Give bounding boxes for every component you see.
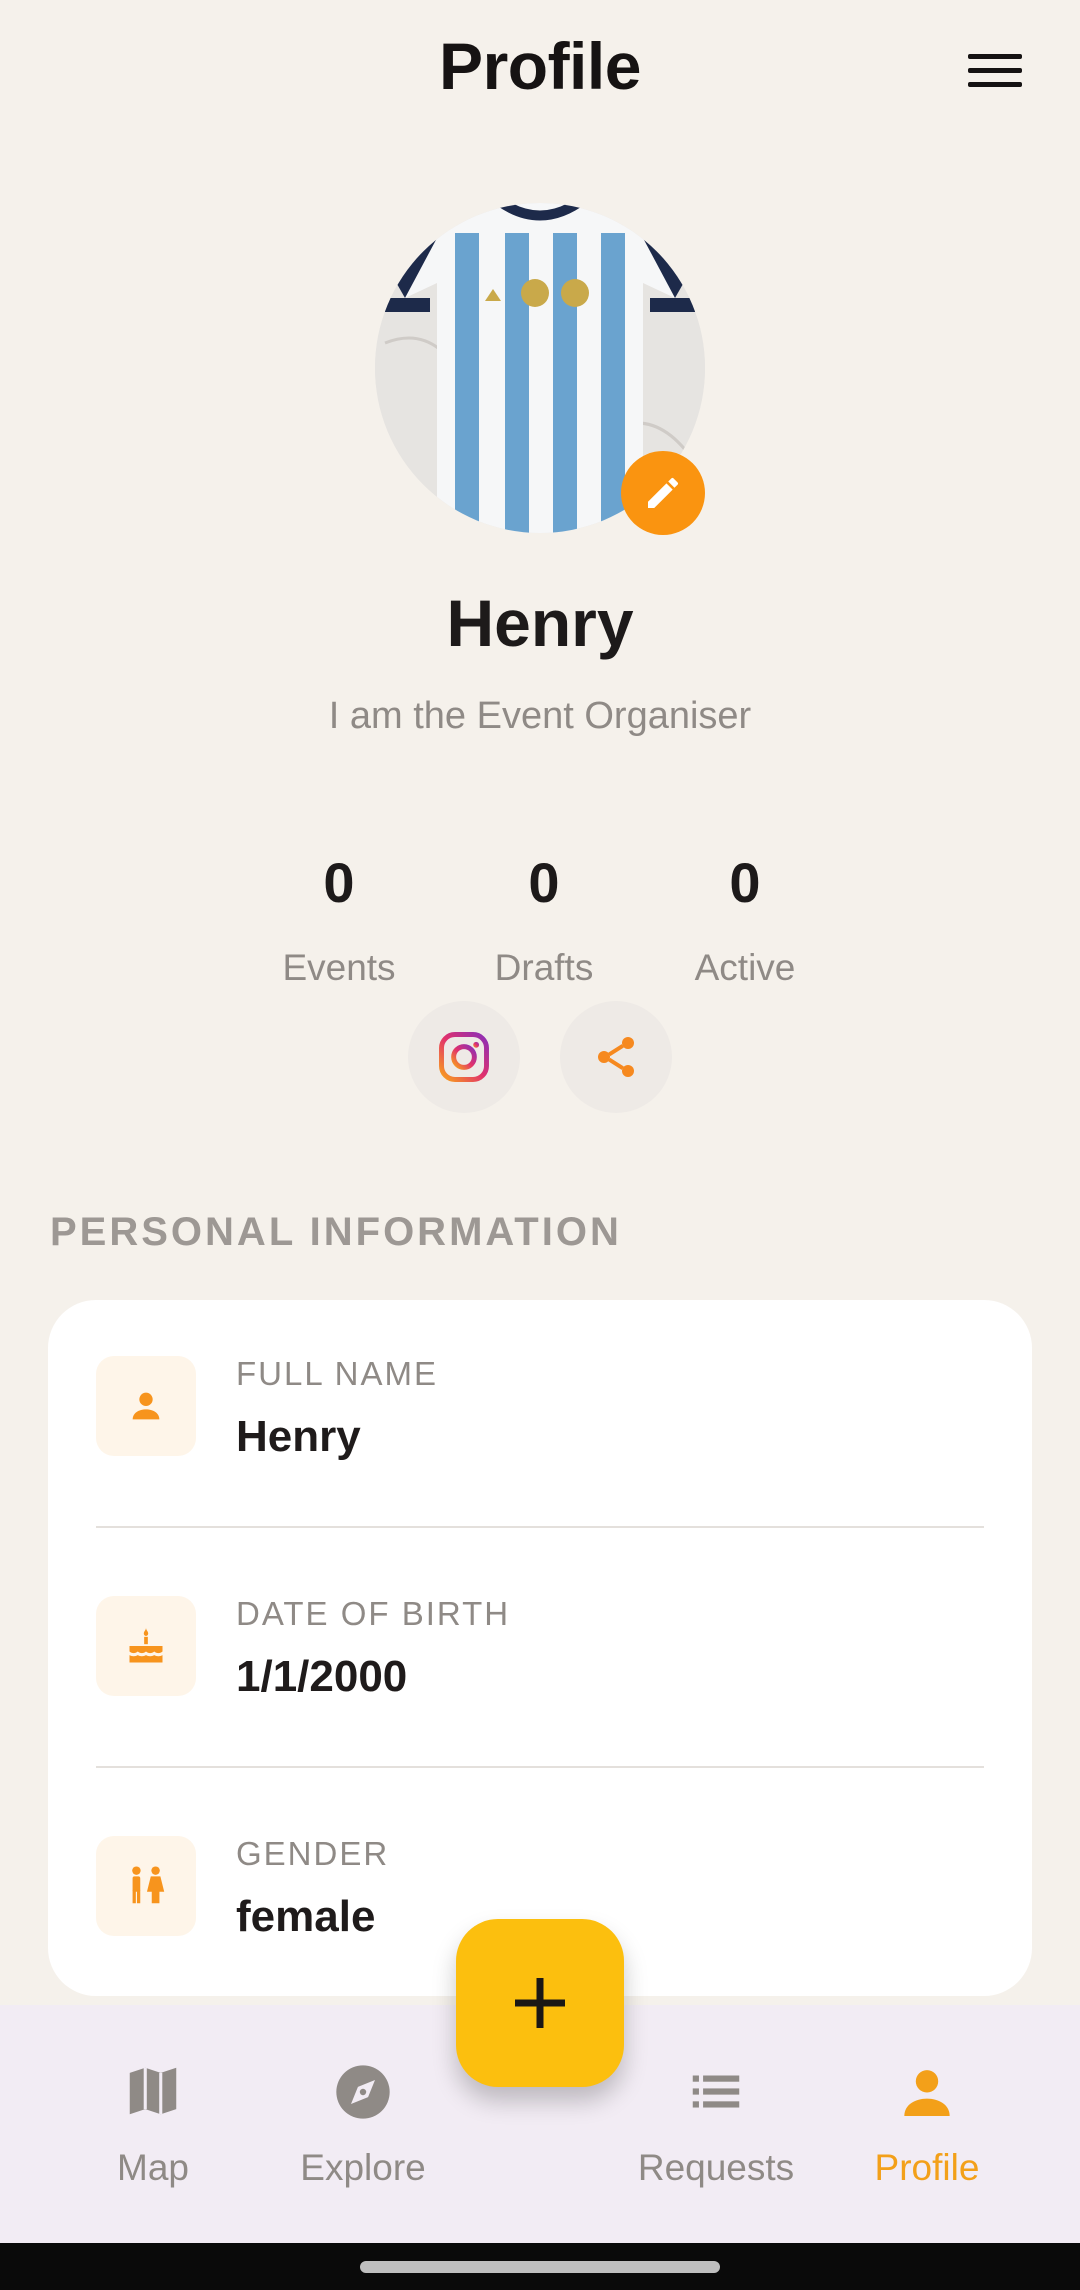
stat-label: Drafts (494, 947, 594, 988)
pencil-icon (648, 477, 679, 508)
stat-value: 0 (323, 851, 355, 914)
info-row-full-name[interactable]: FULL NAME Henry (48, 1300, 1032, 1540)
stat-label: Active (694, 947, 796, 988)
list-icon (616, 2060, 816, 2130)
home-indicator[interactable] (360, 2261, 720, 2273)
info-label: DATE OF BIRTH (236, 1595, 511, 1632)
nav-item-profile[interactable]: Profile (827, 2005, 1027, 2243)
cake-icon (96, 1596, 196, 1696)
info-label: GENDER (236, 1835, 390, 1872)
info-label: FULL NAME (236, 1355, 438, 1392)
divider (96, 1526, 984, 1528)
edit-avatar-button[interactable] (621, 451, 705, 535)
app-header: Profile (0, 0, 1080, 140)
share-button[interactable] (560, 1001, 672, 1113)
person-icon (827, 2060, 1027, 2130)
explore-compass-icon (263, 2060, 463, 2130)
info-row-date-of-birth[interactable]: DATE OF BIRTH 1/1/2000 (48, 1540, 1032, 1780)
map-icon (53, 2060, 253, 2130)
hamburger-menu-icon[interactable] (966, 50, 1024, 94)
nav-label: Requests (637, 2147, 795, 2188)
nav-label: Map (117, 2147, 189, 2188)
stat-value: 0 (528, 851, 560, 914)
instagram-icon (439, 1032, 489, 1082)
stat-label: Events (282, 947, 396, 988)
share-icon (598, 1037, 634, 1077)
add-event-fab[interactable] (456, 1919, 624, 2087)
profile-bio: I am the Event Organiser (328, 695, 752, 737)
stat-drafts[interactable]: 0 Drafts (454, 850, 634, 989)
nav-item-map[interactable]: Map (53, 2005, 253, 2243)
nav-item-explore[interactable]: Explore (263, 2005, 463, 2243)
info-value: 1/1/2000 (236, 1652, 408, 1701)
stat-active[interactable]: 0 Active (655, 850, 835, 989)
plus-icon (515, 1978, 565, 2028)
nav-item-requests[interactable]: Requests (616, 2005, 816, 2243)
profile-name: Henry (446, 586, 634, 660)
nav-label: Profile (874, 2147, 980, 2188)
gender-icon (96, 1836, 196, 1936)
profile-screen: Profile Henry I am the Event Organiser 0… (0, 0, 1080, 2290)
stat-events[interactable]: 0 Events (249, 850, 429, 989)
section-title: PERSONAL INFORMATION (50, 1210, 622, 1254)
nav-label: Explore (300, 2147, 426, 2188)
stat-value: 0 (729, 851, 761, 914)
info-value: female (236, 1892, 376, 1941)
divider (96, 1766, 984, 1768)
page-title: Profile (439, 29, 641, 103)
system-navigation-bar (0, 2243, 1080, 2290)
person-icon (96, 1356, 196, 1456)
personal-info-card: FULL NAME Henry DATE OF BIRTH 1/1/2000 G… (48, 1300, 1032, 1996)
info-value: Henry (236, 1412, 361, 1461)
instagram-button[interactable] (408, 1001, 520, 1113)
